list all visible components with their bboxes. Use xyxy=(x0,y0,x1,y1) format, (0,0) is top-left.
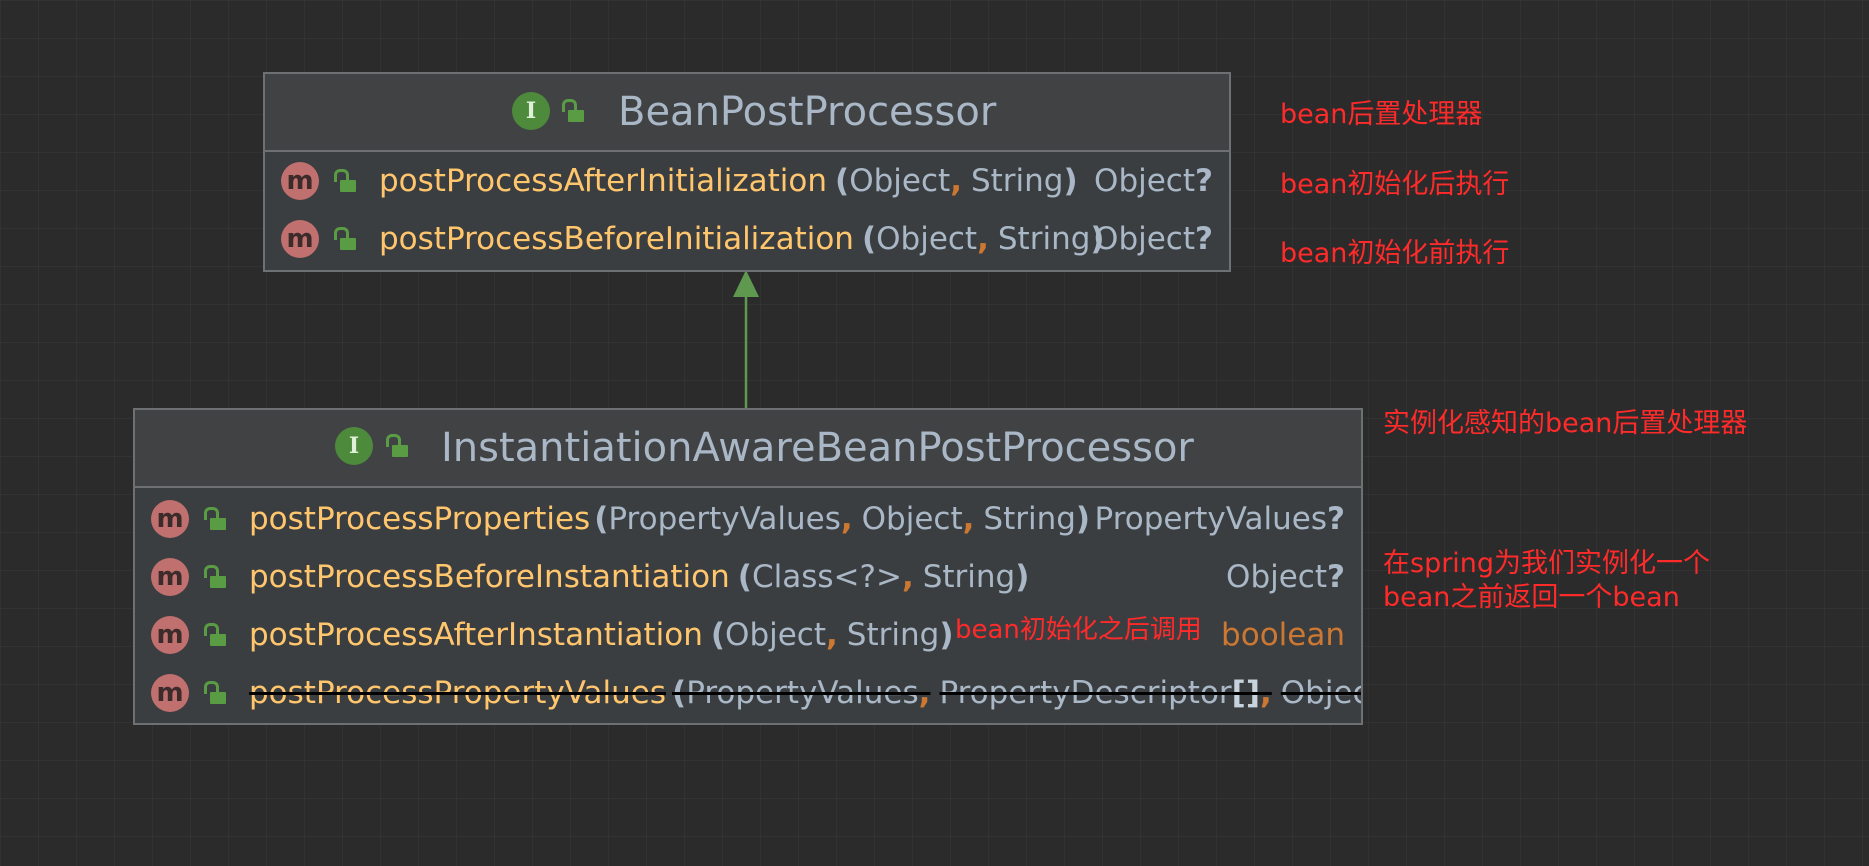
param-type: Object xyxy=(1280,675,1361,711)
param-type: Object xyxy=(725,617,827,653)
note-bean-post-processor: bean后置处理器 xyxy=(1280,99,1483,130)
instantiation-aware-bean-post-processor-class[interactable]: I InstantiationAwareBeanPostProcessor m … xyxy=(133,408,1363,725)
method-icon: m xyxy=(151,616,189,654)
return-type: Object? xyxy=(1094,210,1213,268)
return-type-name: Object xyxy=(1094,163,1196,199)
nullable-mark: ? xyxy=(1195,163,1213,199)
comma: , xyxy=(950,163,962,199)
param-type: String xyxy=(922,559,1016,595)
param-type: Object xyxy=(861,501,963,537)
paren: ( xyxy=(861,221,877,257)
interface-icon: I xyxy=(512,92,550,130)
param-type: String xyxy=(846,617,940,653)
method-signature: postProcessBeforeInitialization ( Object… xyxy=(379,210,1105,268)
method-icon: m xyxy=(151,558,189,596)
method-signature: postProcessBeforeInstantiation ( Class<?… xyxy=(249,548,1029,606)
method-icon: m xyxy=(281,220,319,258)
nullable-mark: ? xyxy=(1195,221,1213,257)
method-signature: postProcessProperties ( PropertyValues ,… xyxy=(249,490,1090,548)
method-icon: m xyxy=(151,674,189,712)
comma: , xyxy=(977,221,989,257)
method-signature: postProcessAfterInstantiation ( Object ,… xyxy=(249,606,953,664)
return-type: Object? xyxy=(1226,548,1345,606)
param-type: PropertyValues xyxy=(686,675,919,711)
param-type: Object xyxy=(849,163,951,199)
nullable-mark: ? xyxy=(1327,501,1345,537)
param-type: String xyxy=(970,163,1064,199)
method-row[interactable]: m postProcessAfterInitialization ( Objec… xyxy=(265,152,1229,210)
return-type: boolean xyxy=(1221,606,1345,664)
public-lock-icon xyxy=(204,623,226,646)
method-icon: m xyxy=(281,162,319,200)
paren: ) xyxy=(1015,559,1030,595)
public-lock-icon xyxy=(204,507,226,530)
param-type: Object xyxy=(876,221,978,257)
method-row[interactable]: m postProcessBeforeInitialization ( Obje… xyxy=(265,210,1229,268)
method-name: postProcessAfterInstantiation xyxy=(249,617,703,653)
paren: ( xyxy=(737,559,752,595)
param-type: Class<?> xyxy=(751,559,902,595)
method-row[interactable]: m postProcessBeforeInstantiation ( Class… xyxy=(135,548,1361,606)
comma: , xyxy=(1260,675,1272,711)
class-name: BeanPostProcessor xyxy=(618,89,997,135)
return-type: PropertyValues? xyxy=(1095,490,1345,548)
comma: , xyxy=(918,675,931,711)
return-type-name: Object xyxy=(1226,559,1328,595)
note-after-initialization: bean初始化后执行 xyxy=(1280,169,1510,200)
return-type-name: PropertyValues xyxy=(1094,501,1328,537)
interface-icon: I xyxy=(335,427,373,465)
comma: , xyxy=(826,617,838,653)
return-type-name: boolean xyxy=(1221,617,1345,653)
comma: , xyxy=(901,559,914,595)
public-lock-icon xyxy=(204,681,226,704)
note-before-instantiation-line2: bean之前返回一个bean xyxy=(1383,582,1680,613)
return-type-name: Object xyxy=(1094,221,1196,257)
method-name: postProcessPropertyValues xyxy=(249,675,667,711)
paren: ) xyxy=(1063,163,1078,199)
method-signature: postProcessAfterInitialization ( Object … xyxy=(379,152,1078,210)
param-type: PropertyDescriptor xyxy=(939,675,1232,711)
comma: , xyxy=(840,501,853,537)
method-signature: postProcessPropertyValues ( PropertyValu… xyxy=(249,664,1361,722)
method-row[interactable]: m postProcessProperties ( PropertyValues… xyxy=(135,490,1361,548)
bean-post-processor-class[interactable]: I BeanPostProcessor m postProcessAfterIn… xyxy=(263,72,1231,272)
deprecated-method-row[interactable]: m postProcessPropertyValues ( PropertyVa… xyxy=(135,664,1361,722)
paren: ( xyxy=(672,675,687,711)
paren: ( xyxy=(710,617,726,653)
param-type: String xyxy=(983,501,1076,537)
note-before-initialization: bean初始化前执行 xyxy=(1280,238,1510,269)
nullable-mark: ? xyxy=(1327,559,1345,595)
note-instantiation-aware: 实例化感知的bean后置处理器 xyxy=(1383,408,1748,439)
param-type: PropertyValues xyxy=(608,501,841,537)
public-lock-icon xyxy=(204,565,226,588)
method-name: postProcessBeforeInitialization xyxy=(379,221,854,257)
public-lock-icon xyxy=(386,434,408,457)
public-lock-icon xyxy=(562,99,584,122)
array-brackets: [] xyxy=(1231,675,1260,711)
param-type: String xyxy=(997,221,1091,257)
public-lock-icon xyxy=(334,227,356,250)
comma: , xyxy=(962,501,975,537)
return-type: Object? xyxy=(1094,152,1213,210)
paren: ) xyxy=(939,617,954,653)
class-header: I BeanPostProcessor xyxy=(265,74,1229,152)
note-before-instantiation-line1: 在spring为我们实例化一个 xyxy=(1383,548,1711,579)
paren: ( xyxy=(594,501,609,537)
class-header: I InstantiationAwareBeanPostProcessor xyxy=(135,410,1361,488)
class-name: InstantiationAwareBeanPostProcessor xyxy=(441,425,1194,471)
method-name: postProcessBeforeInstantiation xyxy=(249,559,730,595)
method-name: postProcessProperties xyxy=(249,501,591,537)
public-lock-icon xyxy=(334,169,356,192)
method-name: postProcessAfterInitialization xyxy=(379,163,828,199)
paren: ) xyxy=(1075,501,1091,537)
method-icon: m xyxy=(151,500,189,538)
note-after-instantiation: bean初始化之后调用 xyxy=(955,615,1202,645)
paren: ( xyxy=(835,163,850,199)
